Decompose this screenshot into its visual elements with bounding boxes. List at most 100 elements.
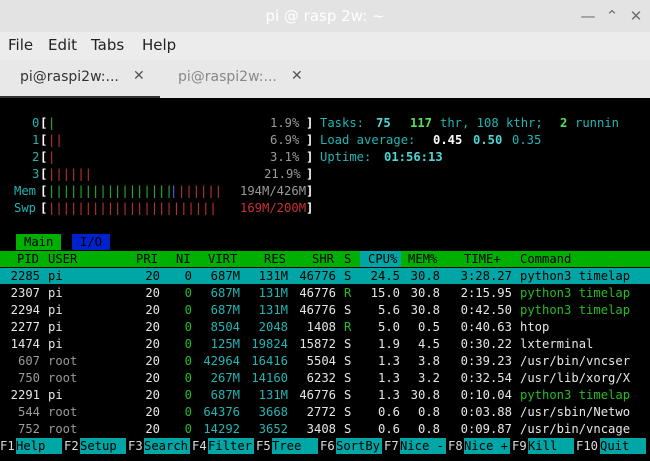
cell-time: 0:40.63 — [460, 320, 512, 334]
cell-s: S — [344, 354, 352, 368]
cell-user: pi — [48, 269, 63, 283]
cell-pri: 20 — [145, 269, 160, 283]
cell-pri: 20 — [145, 320, 160, 334]
tab-bar: pi@raspi2w:... ✕ pi@raspi2w:... ✕ — [0, 60, 650, 99]
function-key-bar: F1 Help F2 Setup F3 Search F4 Filter F5 … — [0, 438, 650, 454]
tab-terminal-2[interactable]: pi@raspi2w:... ✕ — [158, 60, 318, 96]
process-row[interactable]: 2294 pi 20 0 687M 131M 46776 S 5.6 30.8 0:42.50 pyt… — [0, 302, 650, 318]
col-pri[interactable]: PRI — [136, 251, 158, 267]
menu-help[interactable]: Help — [142, 36, 176, 54]
cell-res: 131M — [258, 269, 288, 283]
fkey-quit[interactable]: Quit — [600, 438, 646, 454]
menu-edit[interactable]: Edit — [48, 36, 77, 54]
col-pid[interactable]: PID — [17, 251, 39, 267]
col-res[interactable]: RES — [264, 251, 286, 267]
col-state[interactable]: S — [344, 251, 351, 267]
cell-ni: 0 — [184, 354, 192, 368]
cell-res: 131M — [258, 286, 288, 300]
process-row[interactable]: 1474 pi 20 0 125M 19824 15872 S 1.9 4.5 0:30.22 lxt… — [0, 336, 650, 352]
cell-cpu: 1.3 — [377, 371, 400, 385]
cell-ni: 0 — [184, 269, 192, 283]
process-row[interactable]: 752 root 20 0 14292 3652 3408 S 0.6 0.8 0:09.87/us… — [0, 421, 650, 437]
cell-time: 0:10.04 — [460, 388, 512, 402]
process-row[interactable]: 2285 pi 20 0 687M 131M 46776 S 24.5 30.8 3:28.27 py… — [0, 268, 650, 284]
cell-pri: 20 — [145, 371, 160, 385]
cell-shr: 46776 — [299, 388, 336, 402]
cell-pid: 2307 — [10, 286, 40, 300]
col-user[interactable]: USER — [48, 251, 77, 267]
cell-ni: 0 — [184, 405, 192, 419]
terminal-area[interactable]: 0 [ | 1.9% ] 1 [ || 6.9% ] 2 [ | 3.1% ] … — [0, 98, 650, 461]
col-virt[interactable]: VIRT — [208, 251, 237, 267]
menu-tabs[interactable]: Tabs — [91, 36, 124, 54]
cell-shr: 2772 — [306, 405, 336, 419]
cell-pid: 2294 — [10, 303, 40, 317]
col-shr[interactable]: SHR — [312, 251, 334, 267]
fkey-kill[interactable]: Kill — [528, 438, 574, 454]
screen-tab-main[interactable]: Main — [16, 234, 62, 250]
cell-shr: 6232 — [306, 371, 336, 385]
cell-s: R — [344, 320, 352, 334]
menu-bar: File Edit Tabs Help — [0, 32, 650, 60]
fkey-nice-plus[interactable]: Nice + — [464, 438, 510, 454]
cell-cpu: 24.5 — [370, 269, 400, 283]
tab-close-icon[interactable]: ✕ — [291, 68, 303, 84]
tab-close-icon[interactable]: ✕ — [133, 68, 145, 84]
cell-virt: 687M — [210, 286, 240, 300]
col-time[interactable]: TIME+ — [464, 251, 501, 267]
cell-virt: 687M — [210, 269, 240, 283]
cell-s: S — [344, 337, 352, 351]
process-row[interactable]: 544 root 20 0 64376 3668 2772 S 0.6 0.8 0:03.88/us… — [0, 404, 650, 420]
col-ni[interactable]: NI — [176, 251, 191, 267]
fkey-setup[interactable]: Setup — [80, 438, 126, 454]
cell-pri: 20 — [145, 388, 160, 402]
cell-mem: 3.8 — [417, 354, 440, 368]
load-average: Load average: 0.45 0.50 0.35 — [320, 133, 542, 147]
cell-pri: 20 — [145, 405, 160, 419]
cell-res: 19824 — [251, 337, 288, 351]
col-command[interactable]: Command — [520, 251, 571, 267]
cell-pid: 752 — [17, 422, 40, 436]
fkey-sortby[interactable]: SortBy — [336, 438, 382, 454]
cell-mem: 30.8 — [410, 269, 440, 283]
col-mem[interactable]: MEM% — [408, 251, 437, 267]
cell-user: root — [48, 422, 78, 436]
cell-time: 0:42.50 — [460, 303, 512, 317]
cell-shr: 15872 — [299, 337, 336, 351]
process-row[interactable]: 2307 pi 20 0 687M 131M 46776 R 15.0 30.8 2:15.95 py… — [0, 285, 650, 301]
cell-s: S — [344, 405, 352, 419]
screen-tab-io[interactable]: I/O — [72, 234, 111, 250]
uptime: Uptime: 01:56:13 — [320, 150, 443, 164]
cell-shr: 1408 — [306, 320, 336, 334]
cell-virt: 267M — [210, 371, 240, 385]
cell-cmd: /usr/bin/vncage — [520, 422, 631, 436]
cell-s: R — [344, 286, 352, 300]
cell-cpu: 1.3 — [377, 354, 400, 368]
fkey-filter[interactable]: Filter — [208, 438, 254, 454]
fkey-search[interactable]: Search — [144, 438, 190, 454]
process-row[interactable]: 2277 pi 20 0 8504 2048 1408 R 5.0 0.5 0:40.63 htop — [0, 319, 650, 335]
cell-cmd: /usr/bin/vncser — [520, 354, 631, 368]
cell-mem: 30.8 — [410, 388, 440, 402]
fkey-tree[interactable]: Tree — [272, 438, 318, 454]
cell-ni: 0 — [184, 320, 192, 334]
cell-user: pi — [48, 303, 63, 317]
process-row[interactable]: 2291 pi 20 0 687M 131M 46776 S 1.3 30.8 0:10.04 pyt… — [0, 387, 650, 403]
menu-file[interactable]: File — [8, 36, 33, 54]
cell-time: 0:32.54 — [460, 371, 512, 385]
process-row[interactable]: 607 root 20 0 42964 16416 5504 S 1.3 3.8 0:39.23/u… — [0, 353, 650, 369]
tab-terminal-1[interactable]: pi@raspi2w:... ✕ — [0, 60, 160, 98]
screen-tabs: Main I/O — [0, 234, 111, 250]
col-cpu-sorted[interactable]: CPU% — [360, 251, 402, 267]
minimize-icon[interactable]: — — [578, 6, 598, 26]
cell-mem: 0.8 — [417, 422, 440, 436]
cell-time: 0:30.22 — [460, 337, 512, 351]
fkey-help[interactable]: Help — [16, 438, 62, 454]
fkey-nice-minus[interactable]: Nice - — [400, 438, 446, 454]
tab-label: pi@raspi2w:... — [20, 69, 119, 85]
close-icon[interactable]: ✕ — [626, 6, 646, 26]
cell-res: 3668 — [258, 405, 288, 419]
maximize-icon[interactable]: ⌃ — [602, 6, 622, 26]
process-row[interactable]: 750 root 20 0 267M 14160 6232 S 1.3 3.2 0:32.54/us… — [0, 370, 650, 386]
cell-virt: 42964 — [203, 354, 240, 368]
